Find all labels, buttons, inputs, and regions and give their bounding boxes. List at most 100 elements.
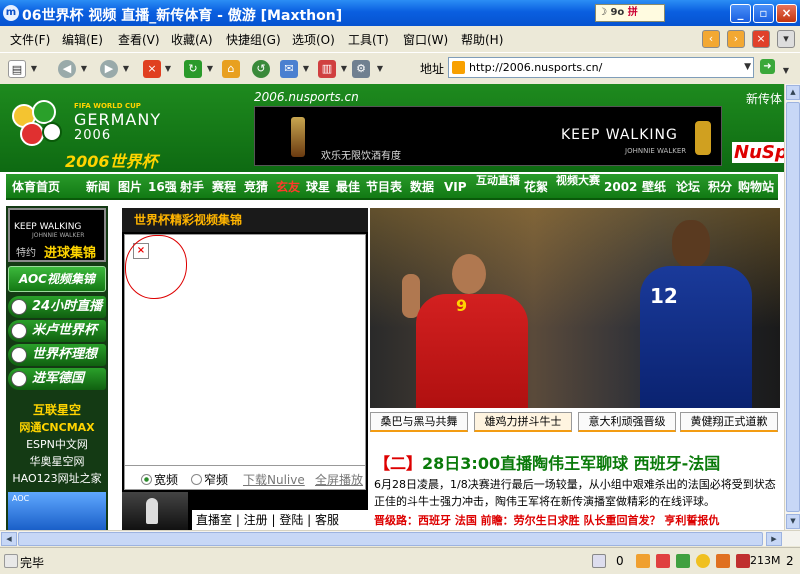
story-headline[interactable]: 【二】28日3:00直播陶伟王军聊球 西班牙-法国 xyxy=(374,450,720,474)
scroll-down-icon[interactable]: ▼ xyxy=(786,514,800,529)
forward-icon[interactable]: ▶ xyxy=(100,60,118,78)
nav-points[interactable]: 积分 xyxy=(708,174,732,200)
menu-help[interactable]: 帮助(H) xyxy=(461,31,503,48)
forward-dropdown-icon[interactable]: ▼ xyxy=(122,60,130,78)
nav-interactive[interactable]: 互动直播 xyxy=(476,175,520,201)
nav-shop[interactable]: 购物站 xyxy=(738,174,774,200)
nav-best[interactable]: 最佳 xyxy=(336,174,360,200)
menu-tools[interactable]: 工具(T) xyxy=(348,31,389,48)
scroll-up-icon[interactable]: ▲ xyxy=(786,85,800,100)
settings-dropdown-icon[interactable]: ▼ xyxy=(376,60,384,78)
tab-apology[interactable]: 黄健翔正式道歉 xyxy=(680,412,778,432)
video-bottom-links[interactable]: 直播室 | 注册 | 登陆 | 客服 xyxy=(192,510,368,530)
nav-photos[interactable]: 图片 xyxy=(118,174,142,200)
johnnie-walker-banner[interactable]: 欢乐无限饮酒有度 KEEP WALKING JOHNNIE WALKER xyxy=(254,106,722,166)
flower-icon[interactable] xyxy=(716,554,730,568)
mdi-more-icon[interactable]: ▾ xyxy=(777,30,795,48)
settings-status-icon[interactable] xyxy=(736,554,750,568)
ad-block-icon[interactable] xyxy=(656,554,670,568)
nav-quiz[interactable]: 竞猜 xyxy=(244,174,268,200)
maxthon-icon[interactable]: m xyxy=(3,5,19,21)
aoc-video-button[interactable]: AOC视频集锦 xyxy=(8,266,106,292)
nav-tvguide[interactable]: 节目表 xyxy=(366,174,402,200)
nav-extras[interactable]: 花絮 xyxy=(524,174,548,200)
nav-2002[interactable]: 2002 xyxy=(604,174,637,200)
history-icon[interactable]: ↺ xyxy=(252,60,270,78)
radio-wide[interactable] xyxy=(141,474,152,485)
worldcup-logo[interactable]: FIFA WORLD CUP GERMANY 2006 2006世界杯 xyxy=(10,90,182,171)
minimize-button[interactable]: _ xyxy=(730,4,751,23)
tab-italy[interactable]: 意大利顽强晋级 xyxy=(578,412,676,432)
story-links[interactable]: 晋级路：西班牙 法国 前瞻：劳尔生日求胜 队长重回首发？ 亨利誓报仇 xyxy=(374,512,719,528)
trash-icon[interactable] xyxy=(592,554,606,568)
go-icon[interactable]: ➜ xyxy=(760,59,775,74)
go-dropdown-icon[interactable]: ▼ xyxy=(782,62,790,80)
nav-schedule[interactable]: 赛程 xyxy=(212,174,236,200)
link-hao123[interactable]: HAO123网址之家 xyxy=(8,470,106,487)
scroll-left-icon[interactable]: ◀ xyxy=(1,532,17,546)
opt-wide[interactable]: 宽频 xyxy=(141,471,178,488)
refresh-icon[interactable]: ↻ xyxy=(184,60,202,78)
worldcup-dream-button[interactable]: 世界杯理想 xyxy=(8,344,106,366)
radio-narrow[interactable] xyxy=(191,474,202,485)
favorites-dropdown-icon[interactable]: ▼ xyxy=(340,60,348,78)
smiley-icon[interactable] xyxy=(696,554,710,568)
home-icon[interactable]: ⌂ xyxy=(222,60,240,78)
nusp-logo[interactable]: NuSp xyxy=(732,142,784,163)
vertical-scroll-thumb[interactable] xyxy=(786,102,800,512)
menu-options[interactable]: 选项(O) xyxy=(292,31,335,48)
nav-scorers[interactable]: 射手 xyxy=(180,174,204,200)
nav-news[interactable]: 新闻 xyxy=(86,174,110,200)
mdi-next-icon[interactable]: › xyxy=(727,30,745,48)
march-germany-button[interactable]: 进军德国 xyxy=(8,368,106,390)
back-icon[interactable]: ◀ xyxy=(58,60,76,78)
left-ad-johnnie-walker[interactable]: KEEP WALKING JOHNNIE WALKER 特约 进球集锦 xyxy=(8,208,106,262)
menu-groups[interactable]: 快捷组(G) xyxy=(226,31,281,48)
mail-icon[interactable]: ✉ xyxy=(280,60,298,78)
mdi-prev-icon[interactable]: ‹ xyxy=(702,30,720,48)
nav-wallpaper[interactable]: 壁纸 xyxy=(642,174,666,200)
favorites-icon[interactable]: ▥ xyxy=(318,60,336,78)
scroll-right-icon[interactable]: ▶ xyxy=(766,532,782,546)
settings-icon[interactable]: ⚙ xyxy=(352,60,370,78)
vertical-scrollbar[interactable]: ▲ ▼ xyxy=(784,84,800,530)
mail-dropdown-icon[interactable]: ▼ xyxy=(302,60,310,78)
address-dropdown-icon[interactable]: ▼ xyxy=(744,58,751,77)
horizontal-scroll-thumb[interactable] xyxy=(18,532,763,546)
opt-narrow[interactable]: 窄频 xyxy=(191,471,228,488)
tray-widget[interactable]: ☽ 9o 拼 xyxy=(595,4,665,22)
live-24h-button[interactable]: 24小时直播 xyxy=(8,296,106,318)
nav-forum[interactable]: 论坛 xyxy=(676,174,700,200)
maximize-button[interactable]: ▫ xyxy=(753,4,774,23)
new-page-icon[interactable]: ▤ xyxy=(8,60,26,78)
menu-window[interactable]: 窗口(W) xyxy=(403,31,448,48)
stop-icon[interactable]: × xyxy=(143,60,161,78)
proxy-icon[interactable] xyxy=(676,554,690,568)
video-thumbnail[interactable] xyxy=(122,492,188,530)
link-sportschina[interactable]: 华奥星空网 xyxy=(8,453,106,470)
link-vnet[interactable]: 互联星空 xyxy=(8,402,106,419)
menu-file[interactable]: 文件(F) xyxy=(10,31,50,48)
nav-vip[interactable]: VIP xyxy=(444,174,467,200)
refresh-dropdown-icon[interactable]: ▼ xyxy=(206,60,214,78)
popup-block-icon[interactable] xyxy=(636,554,650,568)
nav-stars[interactable]: 球星 xyxy=(306,174,330,200)
link-espn[interactable]: ESPN中文网 xyxy=(8,436,106,453)
nav-16[interactable]: 16强 xyxy=(148,174,177,200)
tab-france-spain[interactable]: 雄鸡力拼斗牛士 xyxy=(474,412,572,432)
stop-dropdown-icon[interactable]: ▼ xyxy=(164,60,172,78)
fullscreen-link[interactable]: 全屏播放 xyxy=(315,471,363,488)
download-nulive-link[interactable]: 下载Nulive xyxy=(243,471,305,488)
back-dropdown-icon[interactable]: ▼ xyxy=(80,60,88,78)
match-photo[interactable]: 9 12 xyxy=(370,208,780,408)
nav-video-contest[interactable]: 视频大赛 xyxy=(556,175,600,201)
nav-fans[interactable]: 玄友 xyxy=(276,174,300,200)
close-button[interactable]: × xyxy=(776,4,797,23)
menu-favorites[interactable]: 收藏(A) xyxy=(171,31,213,48)
address-bar[interactable]: http://2006.nusports.cn/ ▼ xyxy=(448,57,754,78)
menu-view[interactable]: 查看(V) xyxy=(118,31,160,48)
mdi-close-icon[interactable]: × xyxy=(752,30,770,48)
nav-data[interactable]: 数据 xyxy=(410,174,434,200)
horizontal-scrollbar[interactable]: ◀ ▶ xyxy=(0,530,800,546)
new-dropdown-icon[interactable]: ▼ xyxy=(30,60,38,78)
